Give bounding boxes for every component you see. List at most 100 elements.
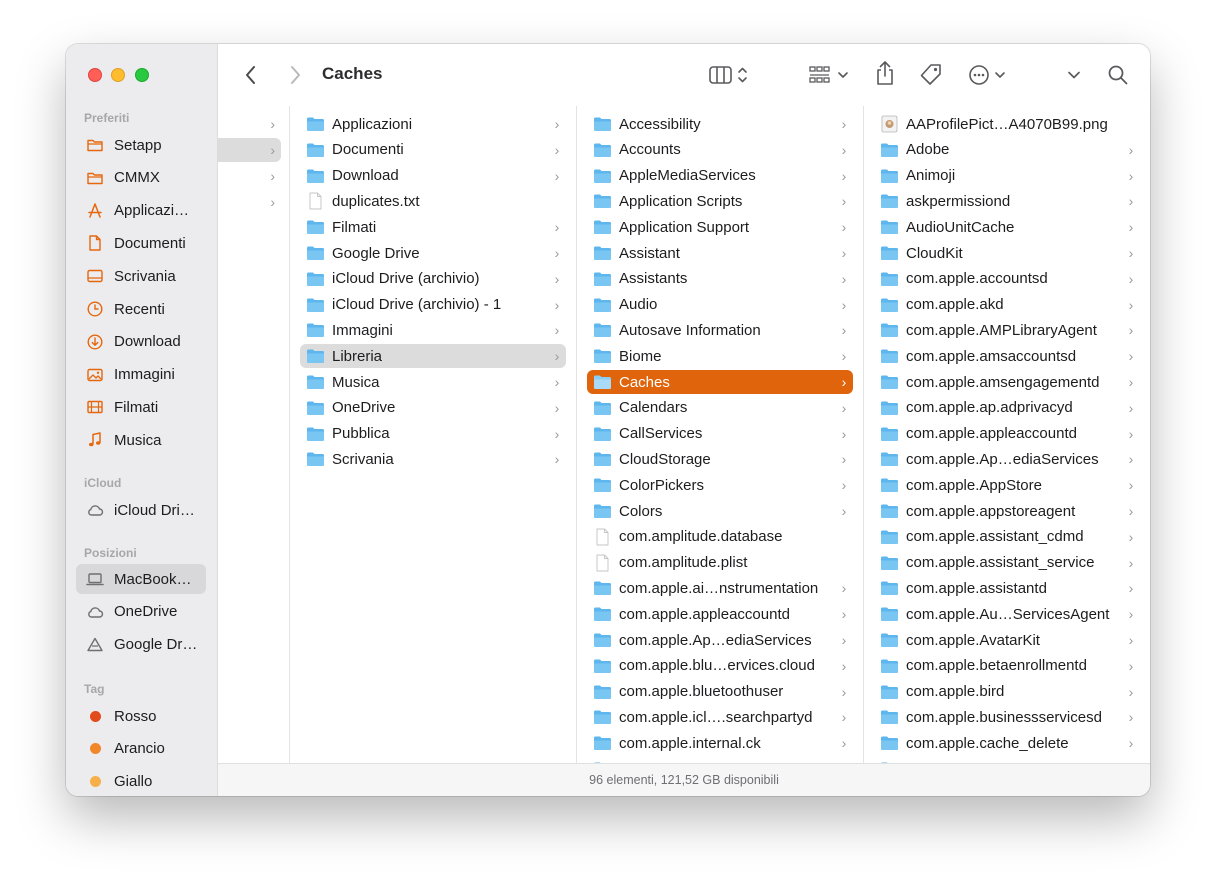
folder-row[interactable]: com.apple.ap.adprivacyd › bbox=[874, 396, 1140, 420]
folder-row[interactable]: com.apple.AppStore › bbox=[874, 473, 1140, 497]
folder-row[interactable]: com.apple.assistant_service › bbox=[874, 551, 1140, 575]
folder-row[interactable]: Scrivania › bbox=[300, 447, 566, 471]
folder-row[interactable]: Caches › bbox=[587, 370, 853, 394]
sidebar-item-filmati[interactable]: Filmati bbox=[76, 392, 206, 422]
file-row[interactable]: com.amplitude.plist bbox=[587, 551, 853, 575]
folder-row[interactable]: com.apple.betaenrollmentd › bbox=[874, 654, 1140, 678]
folder-row[interactable]: com.apple.internal.ck › bbox=[587, 731, 853, 755]
parent-row[interactable]: › bbox=[218, 112, 281, 136]
folder-row[interactable]: Filmati › bbox=[300, 215, 566, 239]
sidebar-item-setapp[interactable]: Setapp bbox=[76, 130, 206, 160]
folder-row[interactable]: com.apple.AMPLibraryAgent › bbox=[874, 318, 1140, 342]
close-window-button[interactable] bbox=[88, 68, 102, 82]
back-button[interactable] bbox=[240, 62, 262, 88]
folder-row[interactable]: Musica › bbox=[300, 370, 566, 394]
folder-row[interactable]: Calendars › bbox=[587, 396, 853, 420]
folder-row[interactable]: com.apple.appleaccountd › bbox=[874, 422, 1140, 446]
parent-row[interactable]: › bbox=[218, 164, 281, 188]
folder-row[interactable]: com.apple.icl….searchpartyd › bbox=[587, 705, 853, 729]
folder-row[interactable]: com.apple.businessservicesd › bbox=[874, 705, 1140, 729]
parent-row[interactable]: › bbox=[218, 190, 281, 214]
tag-button[interactable] bbox=[918, 62, 944, 88]
folder-row[interactable]: com.apple.cache_delete › bbox=[874, 731, 1140, 755]
column-browser: › › › › Applicazioni › Documenti › Download ›… bbox=[218, 106, 1150, 764]
sidebar-item-icloud-dri[interactable]: iCloud Dri… bbox=[76, 495, 206, 525]
folder-row[interactable]: CloudKit › bbox=[874, 241, 1140, 265]
folder-row[interactable]: AudioUnitCache › bbox=[874, 215, 1140, 239]
sidebar-item-scrivania[interactable]: Scrivania bbox=[76, 261, 206, 291]
folder-row[interactable]: Libreria › bbox=[300, 344, 566, 369]
folder-row[interactable]: com.apple.AvatarKit › bbox=[874, 628, 1140, 652]
folder-row[interactable]: askpermissiond › bbox=[874, 189, 1140, 213]
sidebar-item-onedrive[interactable]: OneDrive bbox=[76, 597, 206, 627]
folder-row[interactable]: com.apple.blu…ervices.cloud › bbox=[587, 654, 853, 678]
tag-item-rosso[interactable]: Rosso bbox=[76, 701, 206, 731]
folder-row[interactable]: iCloud Drive (archivio) › bbox=[300, 267, 566, 291]
folder-row[interactable]: Adobe › bbox=[874, 138, 1140, 162]
sidebar-item-musica[interactable]: Musica bbox=[76, 425, 206, 455]
file-row[interactable]: AAProfilePict…A4070B99.png bbox=[874, 112, 1140, 136]
folder-row[interactable]: CallServices › bbox=[587, 422, 853, 446]
sidebar-item-macbook[interactable]: MacBook… bbox=[76, 564, 206, 594]
sidebar-item-recenti[interactable]: Recenti bbox=[76, 294, 206, 324]
folder-row[interactable]: com.apple.appleaccountd › bbox=[587, 602, 853, 626]
folder-row[interactable]: Colors › bbox=[587, 499, 853, 523]
sidebar-item-immagini[interactable]: Immagini bbox=[76, 360, 206, 390]
folder-row[interactable]: Application Support › bbox=[587, 215, 853, 239]
folder-row[interactable]: Assistants › bbox=[587, 267, 853, 291]
view-mode-button[interactable] bbox=[706, 62, 758, 88]
folder-row[interactable]: com.apple.accountsd › bbox=[874, 267, 1140, 291]
tag-item-arancio[interactable]: Arancio bbox=[76, 734, 206, 764]
sidebar-item-download[interactable]: Download bbox=[76, 327, 206, 357]
folder-row[interactable]: AppleMediaServices › bbox=[587, 164, 853, 188]
toolbar-overflow-button[interactable] bbox=[1064, 62, 1084, 88]
folder-row[interactable]: com.apple.assistantd › bbox=[874, 576, 1140, 600]
sidebar-item-documenti[interactable]: Documenti bbox=[76, 228, 206, 258]
minimize-window-button[interactable] bbox=[111, 68, 125, 82]
folder-row[interactable]: com.apple.Ap…ediaServices › bbox=[587, 628, 853, 652]
folder-row[interactable]: Applicazioni › bbox=[300, 112, 566, 136]
more-actions-button[interactable] bbox=[968, 62, 1012, 88]
folder-row[interactable]: Assistant › bbox=[587, 241, 853, 265]
folder-row[interactable]: Immagini › bbox=[300, 318, 566, 342]
item-name: askpermissiond bbox=[906, 192, 1011, 210]
folder-row[interactable]: Biome › bbox=[587, 344, 853, 368]
group-button[interactable] bbox=[806, 62, 854, 88]
folder-row[interactable]: com.apple.bluetoothuser › bbox=[587, 680, 853, 704]
tag-item-giallo[interactable]: Giallo bbox=[76, 767, 206, 796]
folder-row[interactable]: com.apple.appstoreagent › bbox=[874, 499, 1140, 523]
folder-row[interactable]: Autosave Information › bbox=[587, 318, 853, 342]
sidebar-item-applicazi[interactable]: Applicazi… bbox=[76, 196, 206, 226]
folder-row[interactable]: ColorPickers › bbox=[587, 473, 853, 497]
folder-icon bbox=[880, 451, 899, 467]
folder-row[interactable]: Accessibility › bbox=[587, 112, 853, 136]
folder-row[interactable]: com.apple.ai…nstrumentation › bbox=[587, 576, 853, 600]
folder-row[interactable]: com.apple.akd › bbox=[874, 293, 1140, 317]
folder-row[interactable]: OneDrive › bbox=[300, 396, 566, 420]
parent-row-selected[interactable]: › bbox=[218, 138, 281, 162]
folder-row[interactable]: Application Scripts › bbox=[587, 189, 853, 213]
folder-row[interactable]: com.apple.assistant_cdmd › bbox=[874, 525, 1140, 549]
folder-row[interactable]: Animoji › bbox=[874, 164, 1140, 188]
folder-row[interactable]: com.apple.amsaccountsd › bbox=[874, 344, 1140, 368]
forward-button[interactable] bbox=[284, 62, 306, 88]
folder-row[interactable]: Pubblica › bbox=[300, 422, 566, 446]
folder-row[interactable]: Google Drive › bbox=[300, 241, 566, 265]
sidebar-item-google-dr[interactable]: Google Dr… bbox=[76, 630, 206, 660]
zoom-window-button[interactable] bbox=[135, 68, 149, 82]
folder-row[interactable]: Download › bbox=[300, 164, 566, 188]
folder-row[interactable]: com.apple.Au…ServicesAgent › bbox=[874, 602, 1140, 626]
share-button[interactable] bbox=[874, 60, 896, 86]
folder-row[interactable]: Accounts › bbox=[587, 138, 853, 162]
folder-row[interactable]: iCloud Drive (archivio) - 1 › bbox=[300, 293, 566, 317]
folder-row[interactable]: CloudStorage › bbox=[587, 447, 853, 471]
folder-row[interactable]: com.apple.bird › bbox=[874, 680, 1140, 704]
sidebar-item-cmmx[interactable]: CMMX bbox=[76, 163, 206, 193]
file-row[interactable]: duplicates.txt bbox=[300, 189, 566, 213]
folder-row[interactable]: Documenti › bbox=[300, 138, 566, 162]
folder-row[interactable]: com.apple.amsengagementd › bbox=[874, 370, 1140, 394]
folder-row[interactable]: com.apple.Ap…ediaServices › bbox=[874, 447, 1140, 471]
search-button[interactable] bbox=[1106, 62, 1130, 88]
folder-row[interactable]: Audio › bbox=[587, 293, 853, 317]
file-row[interactable]: com.amplitude.database bbox=[587, 525, 853, 549]
